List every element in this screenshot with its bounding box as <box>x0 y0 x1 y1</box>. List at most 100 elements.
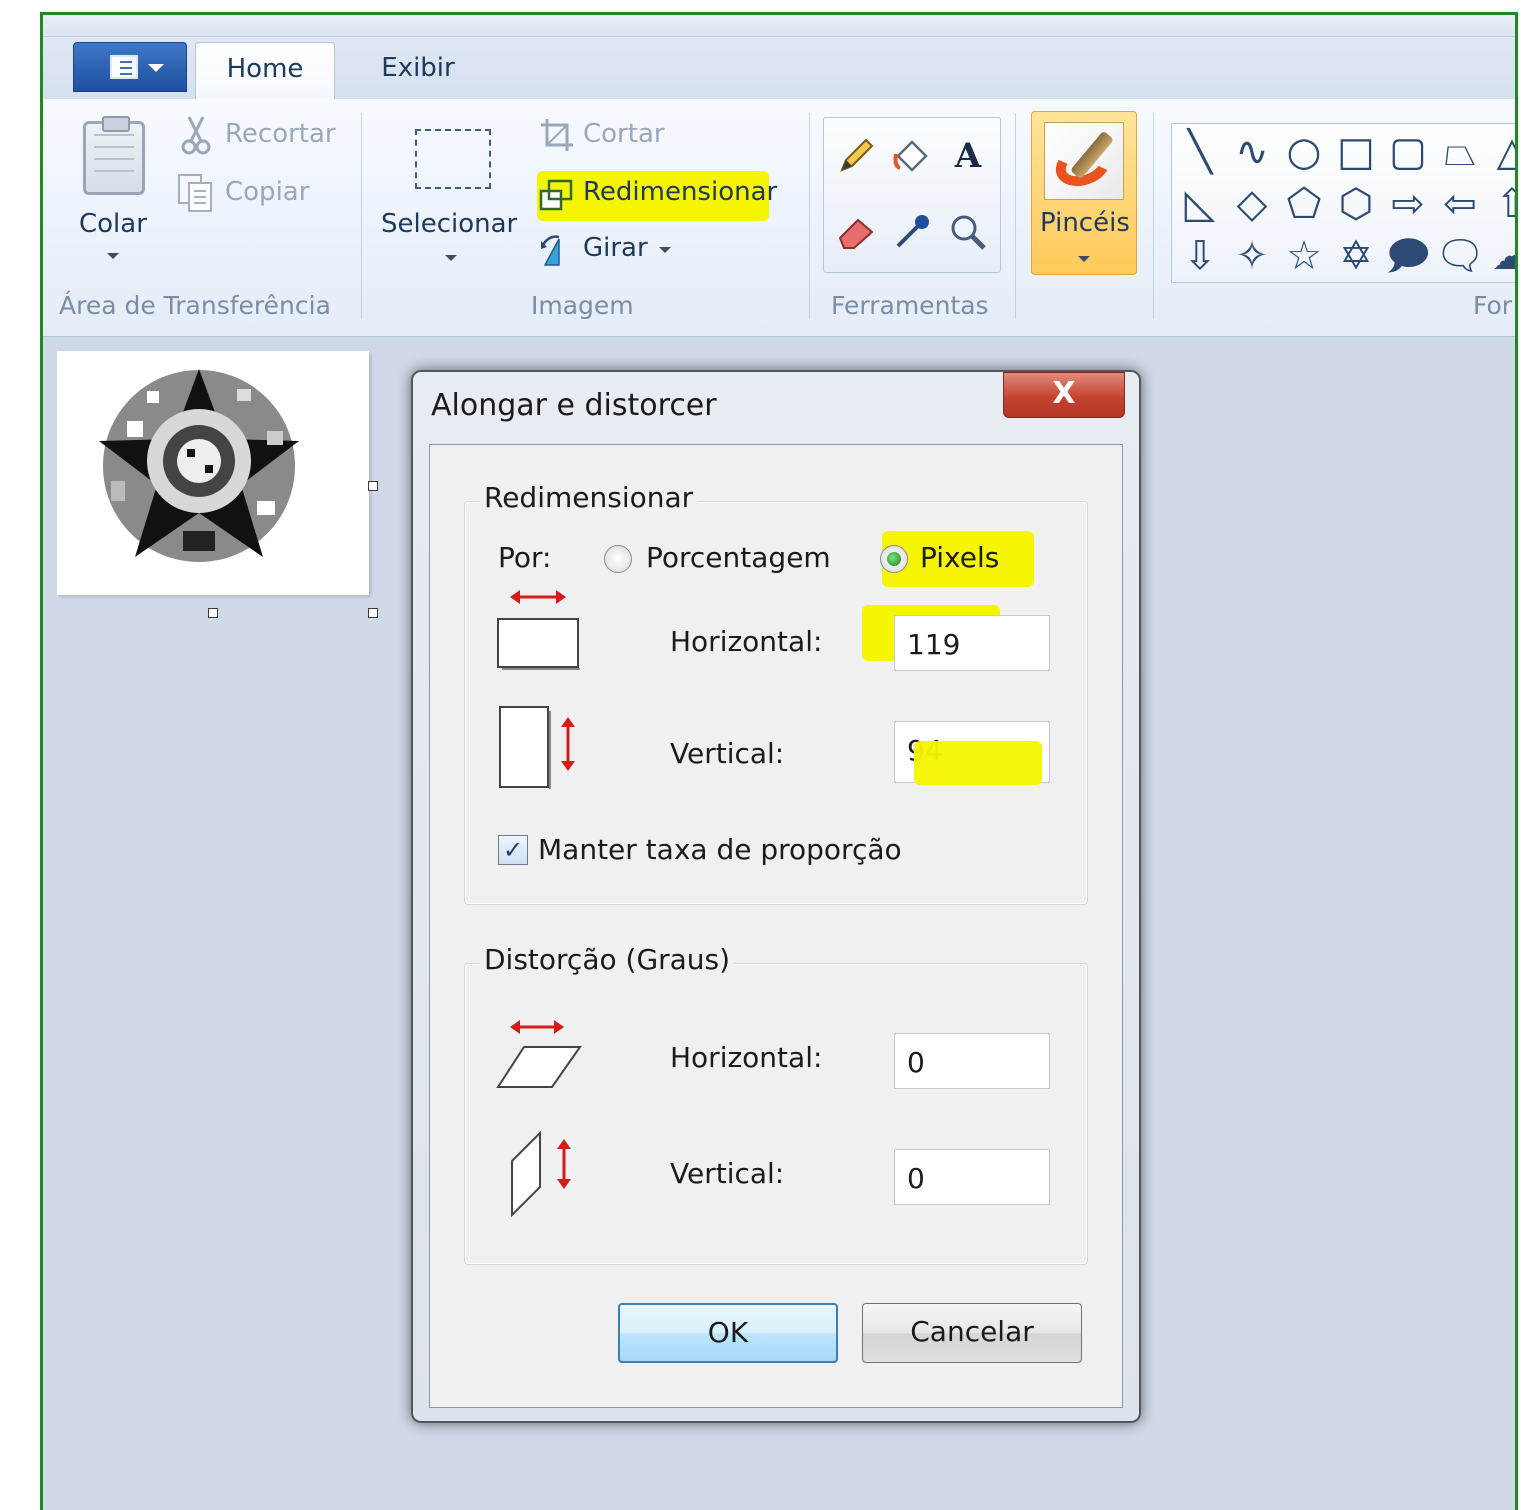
triangle-shape-icon[interactable]: △ <box>1486 126 1515 178</box>
down-arrow-shape-icon[interactable]: ⇩ <box>1174 230 1226 282</box>
cancel-button[interactable]: Cancelar <box>862 1303 1082 1363</box>
rounded-rectangle-shape-icon[interactable]: ▢ <box>1382 126 1434 178</box>
skew-vertical-label: Vertical: <box>670 1157 785 1190</box>
group-divider <box>809 113 810 319</box>
diamond-shape-icon[interactable]: ◇ <box>1226 178 1278 230</box>
paint-window: Home Exibir Colar Recortar Copiar Área d… <box>40 12 1518 1510</box>
select-label: Selecionar <box>381 209 518 239</box>
brushes-label: Pincéis <box>1040 208 1130 238</box>
six-point-star-shape-icon[interactable]: ✡ <box>1330 230 1382 282</box>
group-divider <box>361 113 362 319</box>
rotate-label: Girar <box>583 233 648 263</box>
ribbon-tabs: Home Exibir <box>43 37 1515 99</box>
copy-label: Copiar <box>225 177 310 207</box>
paste-label: Colar <box>79 209 147 239</box>
group-label-clipboard: Área de Transferência <box>59 291 331 320</box>
rotate-icon <box>541 235 560 266</box>
resize-handle-corner[interactable] <box>368 608 378 618</box>
resize-handle-right[interactable] <box>368 481 378 491</box>
resize-handle-bottom[interactable] <box>208 608 218 618</box>
rounded-callout-shape-icon[interactable]: 🗩 <box>1382 230 1434 282</box>
group-label-tools: Ferramentas <box>831 291 989 320</box>
horizontal-skew-icon <box>496 1020 582 1088</box>
group-divider <box>1153 113 1154 319</box>
title-bar <box>43 15 1515 37</box>
tab-exibir[interactable]: Exibir <box>353 42 483 99</box>
resize-icon <box>539 179 573 211</box>
brush-icon <box>1044 122 1124 200</box>
line-shape-icon[interactable]: ╲ <box>1174 126 1226 178</box>
curve-shape-icon[interactable]: ∿ <box>1226 126 1278 178</box>
resize-vertical-label: Vertical: <box>670 737 785 770</box>
text-icon[interactable]: A <box>942 130 994 182</box>
eraser-icon[interactable] <box>830 206 882 258</box>
resize-legend: Redimensionar <box>480 481 698 514</box>
vertical-skew-icon <box>511 1130 571 1218</box>
keep-ratio-label: Manter taxa de proporção <box>538 833 902 866</box>
hexagon-shape-icon[interactable]: ⬡ <box>1330 178 1382 230</box>
vertical-resize-icon <box>499 706 575 789</box>
chevron-down-icon <box>659 247 671 253</box>
group-label-image: Imagem <box>531 291 634 320</box>
ok-button[interactable]: OK <box>618 1303 838 1363</box>
brushes-button[interactable]: Pincéis <box>1031 111 1137 275</box>
pencil-icon[interactable] <box>830 130 882 182</box>
four-point-star-shape-icon[interactable]: ✧ <box>1226 230 1278 282</box>
oval-callout-shape-icon[interactable]: 🗨 <box>1434 230 1486 282</box>
dialog-title: Alongar e distorcer <box>431 388 717 423</box>
document-icon <box>110 55 138 79</box>
pixels-label: Pixels <box>920 541 1000 574</box>
scissors-icon <box>181 116 211 155</box>
horizontal-resize-icon <box>497 590 580 670</box>
skew-legend: Distorção (Graus) <box>480 943 735 976</box>
chevron-down-icon <box>107 253 119 259</box>
chevron-down-icon <box>445 255 457 261</box>
skew-vertical-input[interactable]: 0 <box>894 1149 1050 1205</box>
close-button[interactable]: X <box>1003 372 1125 418</box>
skew-horizontal-input[interactable]: 0 <box>894 1033 1050 1089</box>
resize-horizontal-input[interactable]: 119 <box>894 615 1050 671</box>
highlight-marker <box>914 741 1042 785</box>
app-menu-button[interactable] <box>73 42 187 92</box>
skew-group <box>464 963 1088 1265</box>
resize-label: Redimensionar <box>583 177 778 207</box>
polygon-shape-icon[interactable]: ⏢ <box>1434 126 1486 178</box>
percent-radio-circle[interactable] <box>604 545 632 573</box>
five-point-star-shape-icon[interactable]: ☆ <box>1278 230 1330 282</box>
pentagon-shape-icon[interactable]: ⬠ <box>1278 178 1330 230</box>
color-picker-icon[interactable] <box>886 206 938 258</box>
resize-skew-dialog: Alongar e distorcer X Redimensionar Por:… <box>411 370 1141 1423</box>
cloud-callout-shape-icon[interactable]: ☁ <box>1486 230 1515 282</box>
right-arrow-shape-icon[interactable]: ⇨ <box>1382 178 1434 230</box>
resize-horizontal-label: Horizontal: <box>670 625 823 658</box>
group-label-shapes: For <box>1473 291 1513 320</box>
checkbox-box[interactable]: ✓ <box>498 835 528 865</box>
magnifier-icon[interactable] <box>942 206 994 258</box>
rectangle-shape-icon[interactable]: □ <box>1330 126 1382 178</box>
cut-label: Recortar <box>225 119 336 149</box>
clipboard-icon <box>83 116 145 195</box>
copy-icon <box>178 174 212 212</box>
skew-horizontal-label: Horizontal: <box>670 1041 823 1074</box>
chevron-down-icon <box>1078 256 1090 262</box>
tab-home[interactable]: Home <box>195 42 335 99</box>
chevron-down-icon <box>148 64 164 72</box>
right-triangle-shape-icon[interactable]: ◺ <box>1174 178 1226 230</box>
pixels-radio-circle[interactable] <box>880 545 908 573</box>
dialog-body: Redimensionar Por: Porcentagem Pixels Ho… <box>429 444 1123 1408</box>
close-icon: X <box>1052 376 1076 411</box>
coat-of-arms-image <box>99 369 299 562</box>
by-label: Por: <box>498 541 552 574</box>
left-arrow-shape-icon[interactable]: ⇦ <box>1434 178 1486 230</box>
group-divider <box>1015 113 1016 319</box>
image-canvas[interactable] <box>57 351 369 595</box>
crop-label: Cortar <box>583 119 665 149</box>
fill-icon[interactable] <box>886 130 938 182</box>
oval-shape-icon[interactable]: ○ <box>1278 126 1330 178</box>
selection-icon <box>415 129 491 189</box>
tools-panel: A <box>823 117 1001 273</box>
ribbon: Colar Recortar Copiar Área de Transferên… <box>43 99 1515 337</box>
shapes-gallery: ╲ ∿ ○ □ ▢ ⏢ △ ◺ ◇ ⬠ ⬡ ⇨ ⇦ ⇧ ⇩ ✧ ☆ ✡ 🗩 🗨 … <box>1171 123 1515 283</box>
percent-label: Porcentagem <box>646 541 831 574</box>
up-arrow-shape-icon[interactable]: ⇧ <box>1486 178 1515 230</box>
